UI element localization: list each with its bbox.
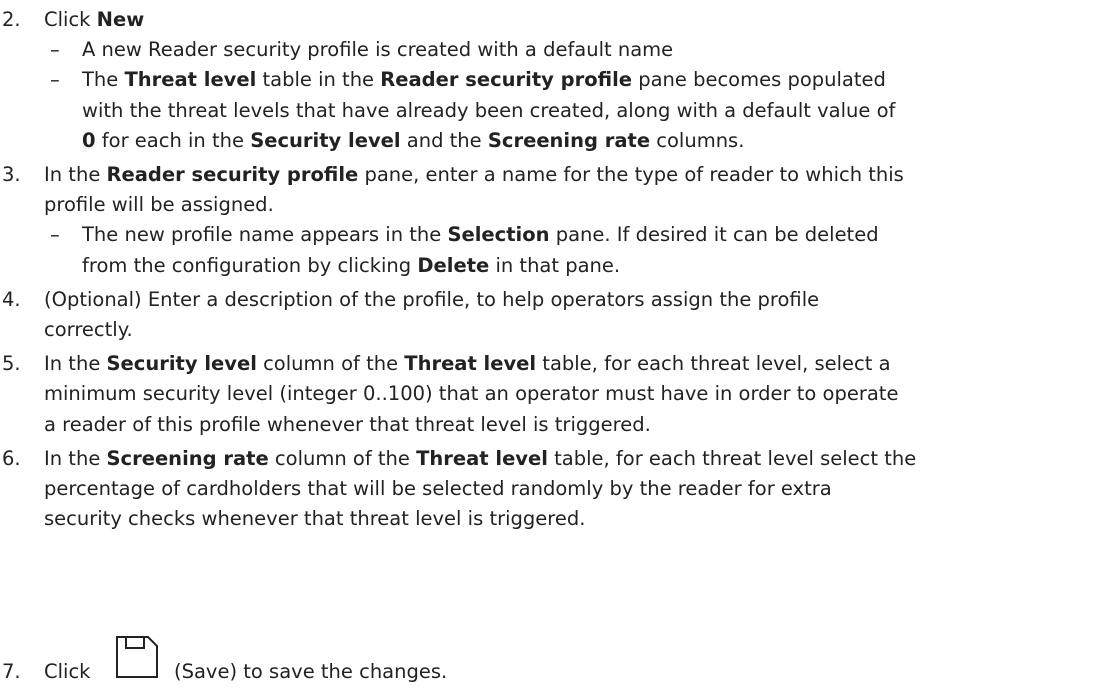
sub-line: The Threat level table in the Reader sec… [82,68,886,91]
bold-term: Security level [250,128,401,152]
text-run: The new profile name appears in the [82,223,448,247]
text-run: table, for each threat level, select a [536,352,891,376]
dash-marker: – [50,68,60,92]
bold-term: Security level [106,352,257,376]
text-run: In the [44,352,107,376]
bold-term: Reader security profile [380,68,632,92]
bold-term: Screening rate [106,446,269,470]
step-number: 6. [2,446,21,470]
step-line: percentage of cardholders that will be s… [44,477,832,500]
text-run: column of the [268,446,417,470]
text-run: pane becomes populated [632,68,886,92]
text-run: table, for each threat level select the [547,446,917,470]
text-run: security checks whenever that threat lev… [44,507,586,531]
text-run: columns. [650,128,745,152]
text-run: and the [400,128,488,152]
bold-term: Threat level [404,352,537,376]
text-run: column of the [256,352,405,376]
sub-line: with the threat levels that have already… [82,99,895,122]
text-run: (Optional) Enter a description of the pr… [44,287,820,311]
text-run: table in the [256,68,381,92]
step-line: correctly. [44,318,133,341]
step-line: In the Reader security profile pane, ent… [44,163,904,186]
sub-line: A new Reader security profile is created… [82,38,673,61]
text-run: with the threat levels that have already… [82,98,896,122]
text-run: a reader of this profile whenever that t… [44,412,651,436]
text-run: pane. If desired it can be deleted [549,223,879,247]
bold-term: Reader security profile [106,163,359,186]
dash-marker: – [50,38,60,62]
step-text-after: (Save) to save the changes. [174,660,448,683]
step-line: In the Screening rate column of the Thre… [44,447,916,470]
text-run: profile will be assigned. [44,193,274,217]
step-number: 4. [2,287,21,311]
step-line: (Optional) Enter a description of the pr… [44,288,819,311]
text-run: percentage of cardholders that will be s… [44,476,832,500]
bold-term: Screening rate [487,128,651,152]
step-line: minimum security level (integer 0..100) … [44,382,898,405]
text-run: In the [44,163,107,186]
text-run: In the [44,446,107,470]
text-run: Click [44,8,97,31]
step-number: 7. [2,660,21,683]
sub-line: from the configuration by clicking Delet… [82,254,620,277]
bold-term: New [96,8,145,31]
text-run: correctly. [44,317,133,341]
sub-line: 0 for each in the Security level and the… [82,129,744,152]
step-line: In the Security level column of the Thre… [44,352,891,375]
bold-term: Selection [447,223,550,247]
step-text-before: Click [44,660,91,683]
dash-marker: – [50,223,60,247]
text-run: A new Reader security profile is created… [82,38,674,62]
text-run: for each in the [95,128,251,152]
sub-line: The new profile name appears in the Sele… [82,223,879,246]
step-line: Click New [44,8,144,31]
step-line: profile will be assigned. [44,193,274,216]
text-run: pane, enter a name for the type of reade… [358,163,904,186]
step-line: a reader of this profile whenever that t… [44,413,651,436]
text-run: from the configuration by clicking [82,253,418,277]
bold-term: Threat level [124,68,257,92]
text-run: minimum security level (integer 0..100) … [44,382,899,406]
bold-term: Delete [417,253,490,277]
text-run: The [82,68,125,92]
step-line: security checks whenever that threat lev… [44,507,585,530]
save-icon [114,634,160,680]
step-number: 3. [2,163,21,186]
bold-term: 0 [82,128,96,152]
step-number: 5. [2,352,21,376]
text-run: in that pane. [489,253,621,277]
bold-term: Threat level [416,446,548,470]
step-number: 2. [2,8,21,31]
